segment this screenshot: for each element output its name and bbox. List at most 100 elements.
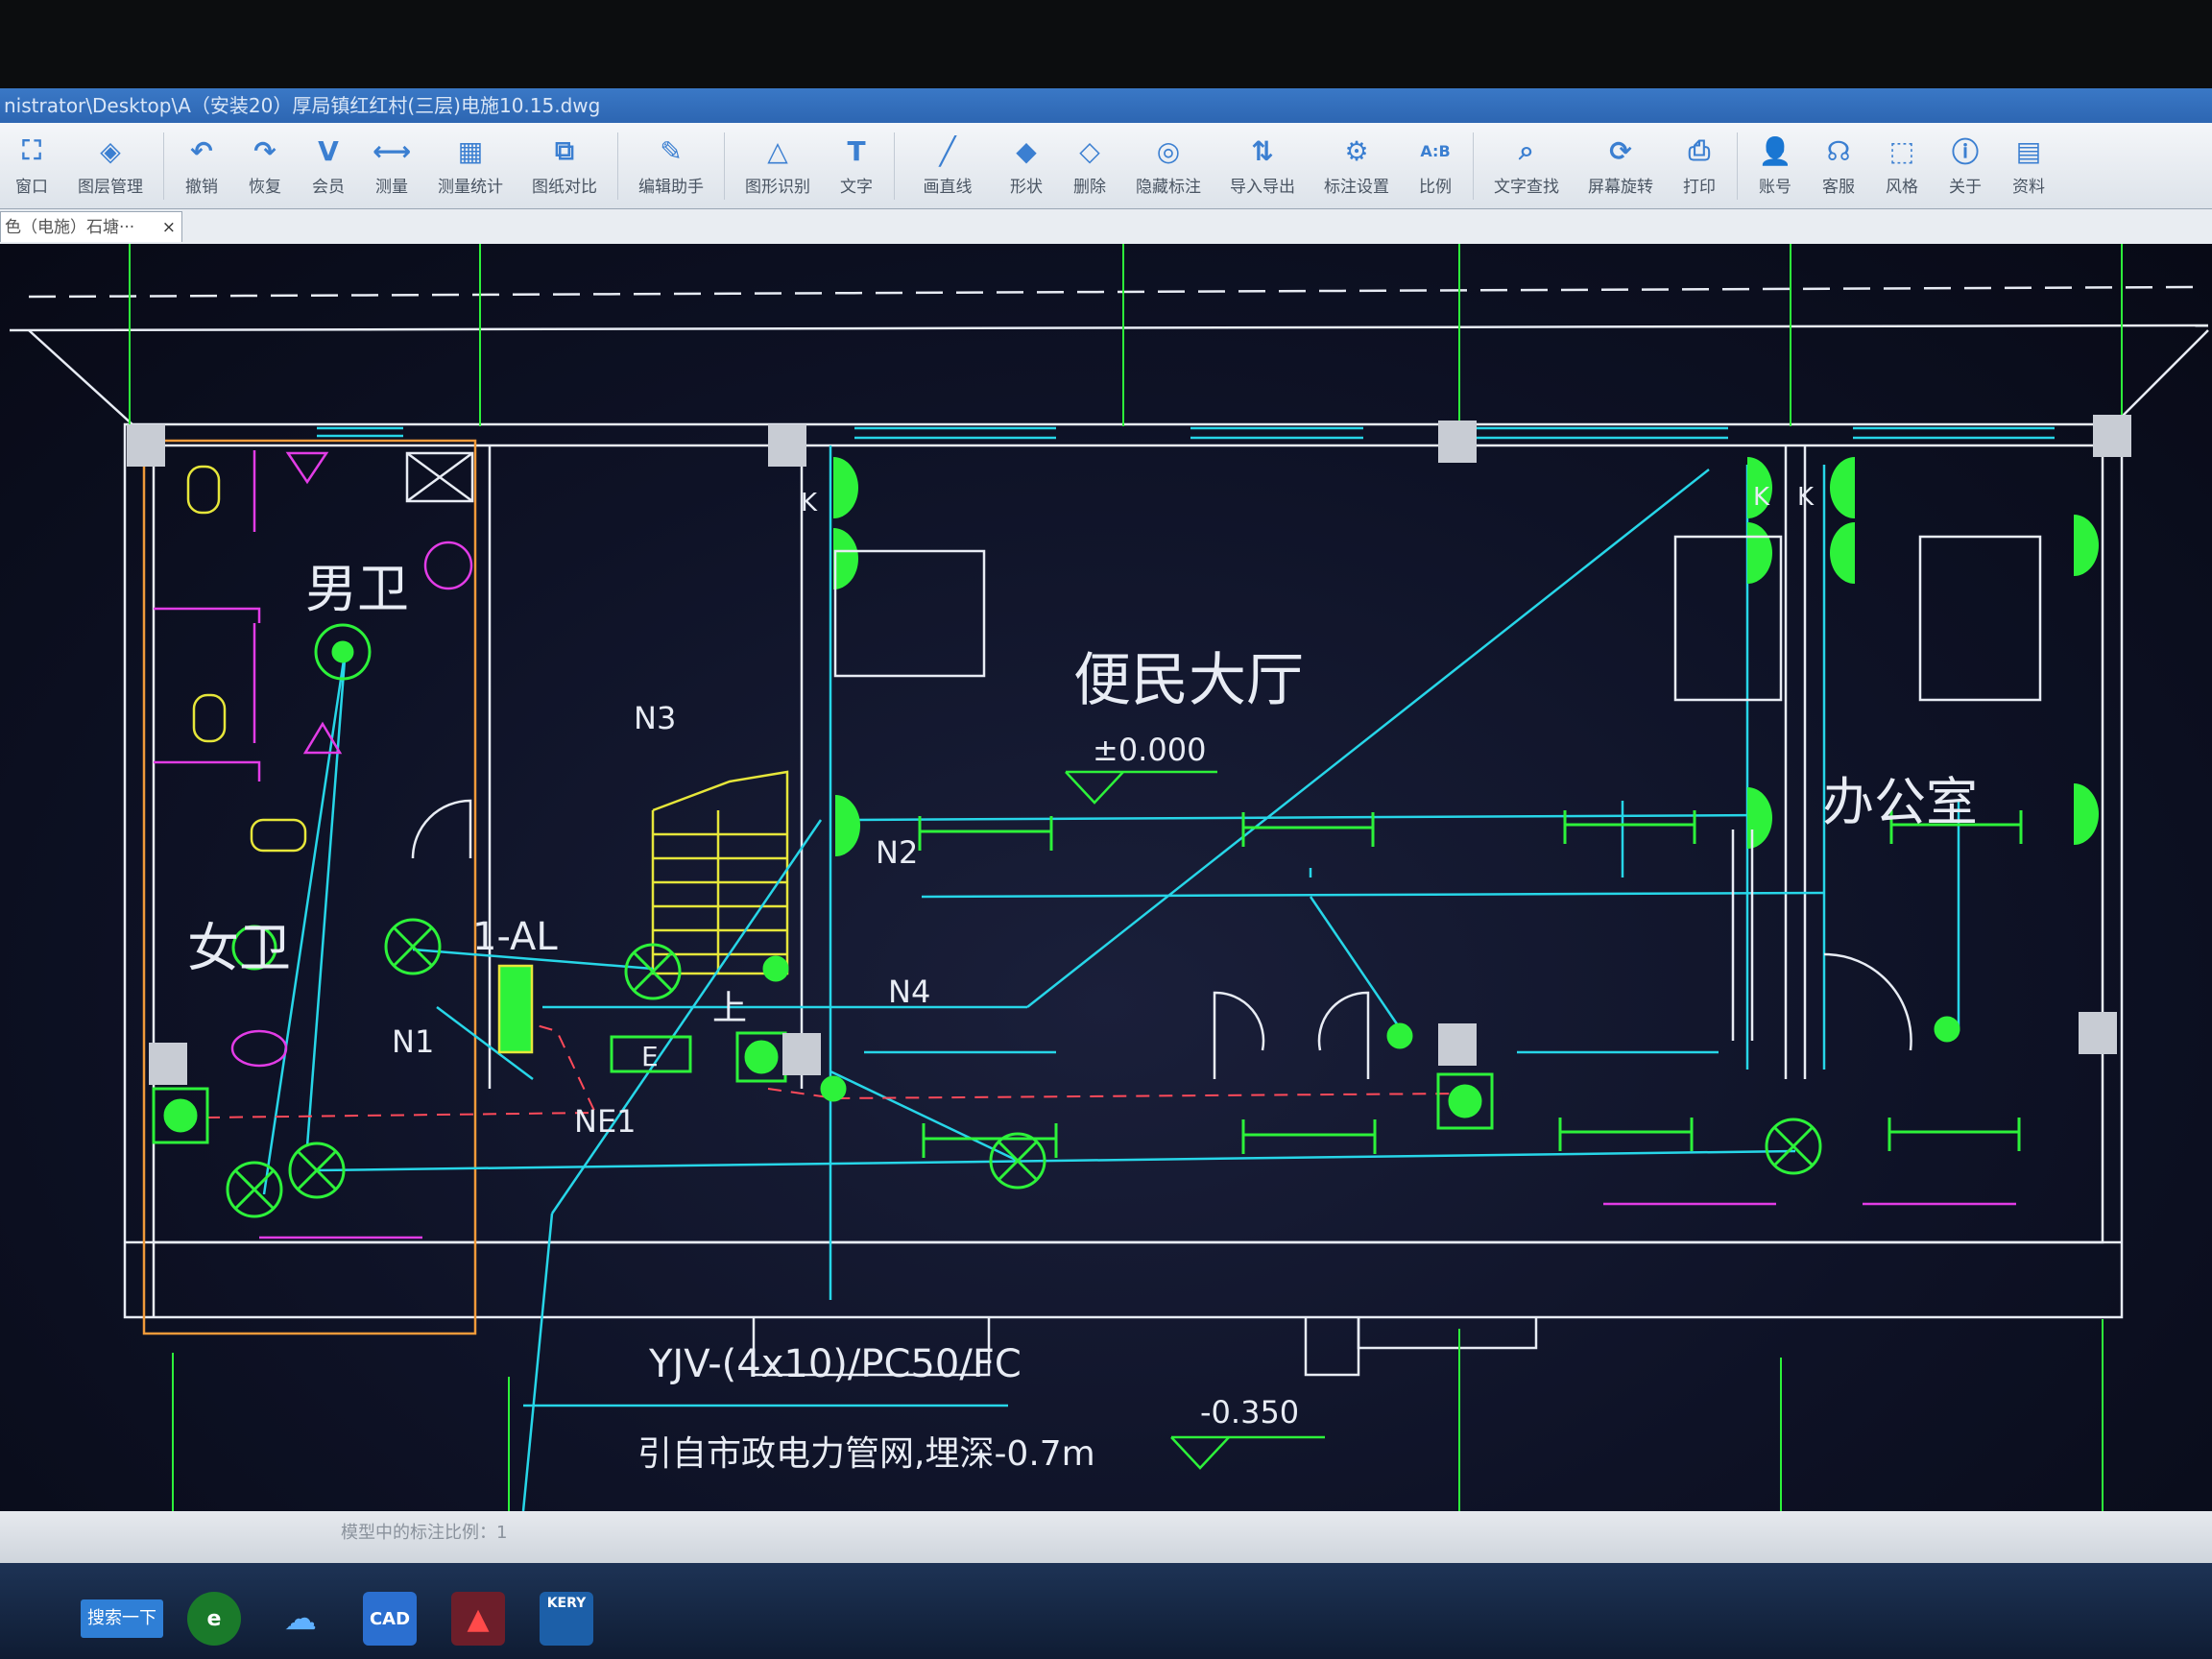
entrance-step-2	[1304, 1317, 1360, 1377]
toolbar-button-label: 隐藏标注	[1136, 178, 1201, 197]
toolbar-button-label: 客服	[1822, 178, 1855, 197]
document-tabs: 色（电施）石塘··· ×	[0, 209, 2212, 245]
monitor-bezel	[0, 0, 2212, 88]
wall-lamp	[2074, 783, 2099, 845]
browser-icon[interactable]: e	[187, 1592, 241, 1646]
light-fixture	[1558, 1118, 1694, 1151]
toolbar-button-materials[interactable]: ▤ 资料	[1997, 126, 2060, 206]
light-fixture	[918, 816, 1053, 851]
switch-dot	[820, 1075, 847, 1102]
toolbar-button-info[interactable]: ⓘ 关于	[1934, 126, 1997, 206]
toolbar-button-import-export[interactable]: ⇅ 导入导出	[1215, 126, 1310, 206]
wall-lamp	[1747, 522, 1772, 584]
toolbar-button-scale[interactable]: A:B 比例	[1404, 126, 1467, 206]
status-bar: 模型中的标注比例：1	[0, 1511, 2212, 1563]
toolbar-button-text-search[interactable]: ⌕ 文字查找	[1479, 126, 1574, 206]
wire-n4-run	[921, 891, 1825, 899]
toolbar-button-compare[interactable]: ⧉ 图纸对比	[517, 126, 612, 206]
import-export-icon: ⇅	[1251, 134, 1274, 167]
toolbar: ⛶ 窗口 ◈ 图层管理 ↶ 撤销 ↷ 恢复 V 会员 ⟷ 测量 ▦ 测量统计 ⧉ 图纸对比 ✎ 编辑助手 △ 图形识别…	[0, 123, 2212, 209]
toolbar-separator	[163, 132, 164, 200]
shape-icon: ◆	[1016, 134, 1037, 167]
window-icon: ⛶	[22, 134, 41, 166]
wire-n3	[550, 819, 823, 1214]
elevation-triangle	[1170, 1436, 1230, 1470]
toolbar-button-rotate-screen[interactable]: ⟳ 屏幕旋转	[1574, 126, 1668, 206]
wall-lamp	[833, 457, 858, 518]
urinal-fixture	[285, 451, 329, 485]
wall-lamp	[833, 528, 858, 589]
switch-label: K	[801, 489, 818, 517]
autocad-icon[interactable]: ▲	[451, 1592, 505, 1646]
room-label-mens: 男卫	[305, 559, 409, 619]
column	[127, 424, 165, 467]
toolbar-button-annotation-settings[interactable]: ⚙ 标注设置	[1310, 126, 1404, 206]
redo-icon: ↷	[253, 134, 276, 167]
toolbar-button-eraser[interactable]: ◇ 删除	[1058, 126, 1121, 206]
toolbar-button-window[interactable]: ⛶ 窗口	[0, 126, 63, 206]
cad-drawing: 男卫 女卫 便民大厅 办公室 ±0.000 -0.350 N3 N2 N4 N1…	[9, 244, 2209, 1511]
cable-spec-label: YJV-(4x10)/PC50/FC	[648, 1342, 1022, 1386]
toolbar-button-label: 比例	[1419, 178, 1452, 197]
toolbar-button-measure-stats[interactable]: ▦ 测量统计	[423, 126, 517, 206]
cad-app-icon[interactable]: CAD	[363, 1592, 417, 1646]
building-outline	[123, 422, 2124, 1319]
drawing-canvas[interactable]: 男卫 女卫 便民大厅 办公室 ±0.000 -0.350 N3 N2 N4 N1…	[0, 244, 2212, 1511]
status-text: 模型中的标注比例：1	[341, 1523, 508, 1543]
stair-outline	[651, 770, 789, 975]
entrance-step-3	[1357, 1317, 1538, 1350]
toolbar-button-shape[interactable]: ◆ 形状	[995, 126, 1058, 206]
cloud-icon[interactable]: ☁	[274, 1592, 327, 1646]
roof-line-right	[2121, 329, 2209, 418]
toolbar-button-account[interactable]: 👤 账号	[1743, 126, 1807, 206]
info-icon: ⓘ	[1951, 136, 1979, 168]
toolbar-button-undo[interactable]: ↶ 撤销	[170, 126, 233, 206]
toolbar-button-text[interactable]: T 文字	[825, 126, 888, 206]
toolbar-button-redo[interactable]: ↷ 恢复	[233, 126, 297, 206]
elevation-outside: -0.350	[1200, 1394, 1299, 1431]
toolbar-button-layers[interactable]: ◈ 图层管理	[63, 126, 157, 206]
calculator-icon[interactable]: KERY	[540, 1592, 593, 1646]
door-swing	[1213, 991, 1265, 1079]
wire-switch	[1309, 896, 1404, 1032]
toolbar-button-label: 图层管理	[78, 178, 143, 197]
close-icon[interactable]: ×	[162, 212, 176, 242]
toolbar-button-label: 标注设置	[1324, 178, 1389, 197]
toolbar-button-vip[interactable]: V 会员	[297, 126, 360, 206]
exit-sign-label: E	[641, 1041, 659, 1072]
column	[2079, 1012, 2117, 1054]
column	[768, 424, 806, 467]
toolbar-button-label: 画直线	[923, 178, 973, 197]
search-button[interactable]: 搜索一下	[81, 1599, 163, 1638]
circuit-n1: N1	[392, 1023, 434, 1060]
distribution-panel	[497, 964, 534, 1054]
toolbar-button-label: 窗口	[15, 178, 48, 197]
toolbar-button-label: 会员	[312, 178, 345, 197]
toolbar-button-label: 文字查找	[1494, 178, 1559, 197]
desk	[833, 549, 986, 678]
toolbar-button-label: 风格	[1886, 178, 1918, 197]
tab-drawing-label: 色（电施）石塘···	[5, 218, 135, 237]
toolbar-button-hide-annotation[interactable]: ◎ 隐藏标注	[1121, 126, 1215, 206]
annotation-settings-icon: ⚙	[1344, 134, 1369, 167]
column	[1438, 421, 1477, 463]
lamp-fixture	[384, 918, 442, 975]
toolbar-button-line[interactable]: ╱ 画直线	[901, 126, 995, 206]
toolbar-button-headset[interactable]: ☊ 客服	[1807, 126, 1870, 206]
toolbar-button-measure[interactable]: ⟷ 测量	[360, 126, 423, 206]
cable-source-label: 引自市政电力管网,埋深-0.7m	[637, 1434, 1095, 1474]
toolbar-button-style[interactable]: ⬚ 风格	[1870, 126, 1934, 206]
toolbar-button-edit-assistant[interactable]: ✎ 编辑助手	[624, 126, 718, 206]
toolbar-button-label: 图形识别	[745, 178, 810, 197]
light-fixture	[1241, 1119, 1377, 1154]
toolbar-button-print[interactable]: ⎙ 打印	[1668, 126, 1731, 206]
kery-label: KERY	[546, 1596, 587, 1611]
tab-drawing[interactable]: 色（电施）石塘··· ×	[0, 211, 182, 242]
door-swing	[1823, 952, 1912, 1051]
wire-n1	[305, 646, 348, 1147]
toolbar-button-shape-recognize[interactable]: △ 图形识别	[731, 126, 825, 206]
toolbar-button-label: 文字	[840, 178, 873, 197]
toolbar-button-label: 撤销	[185, 178, 218, 197]
circuit-n4: N4	[888, 974, 930, 1010]
toolbar-separator	[894, 132, 895, 200]
